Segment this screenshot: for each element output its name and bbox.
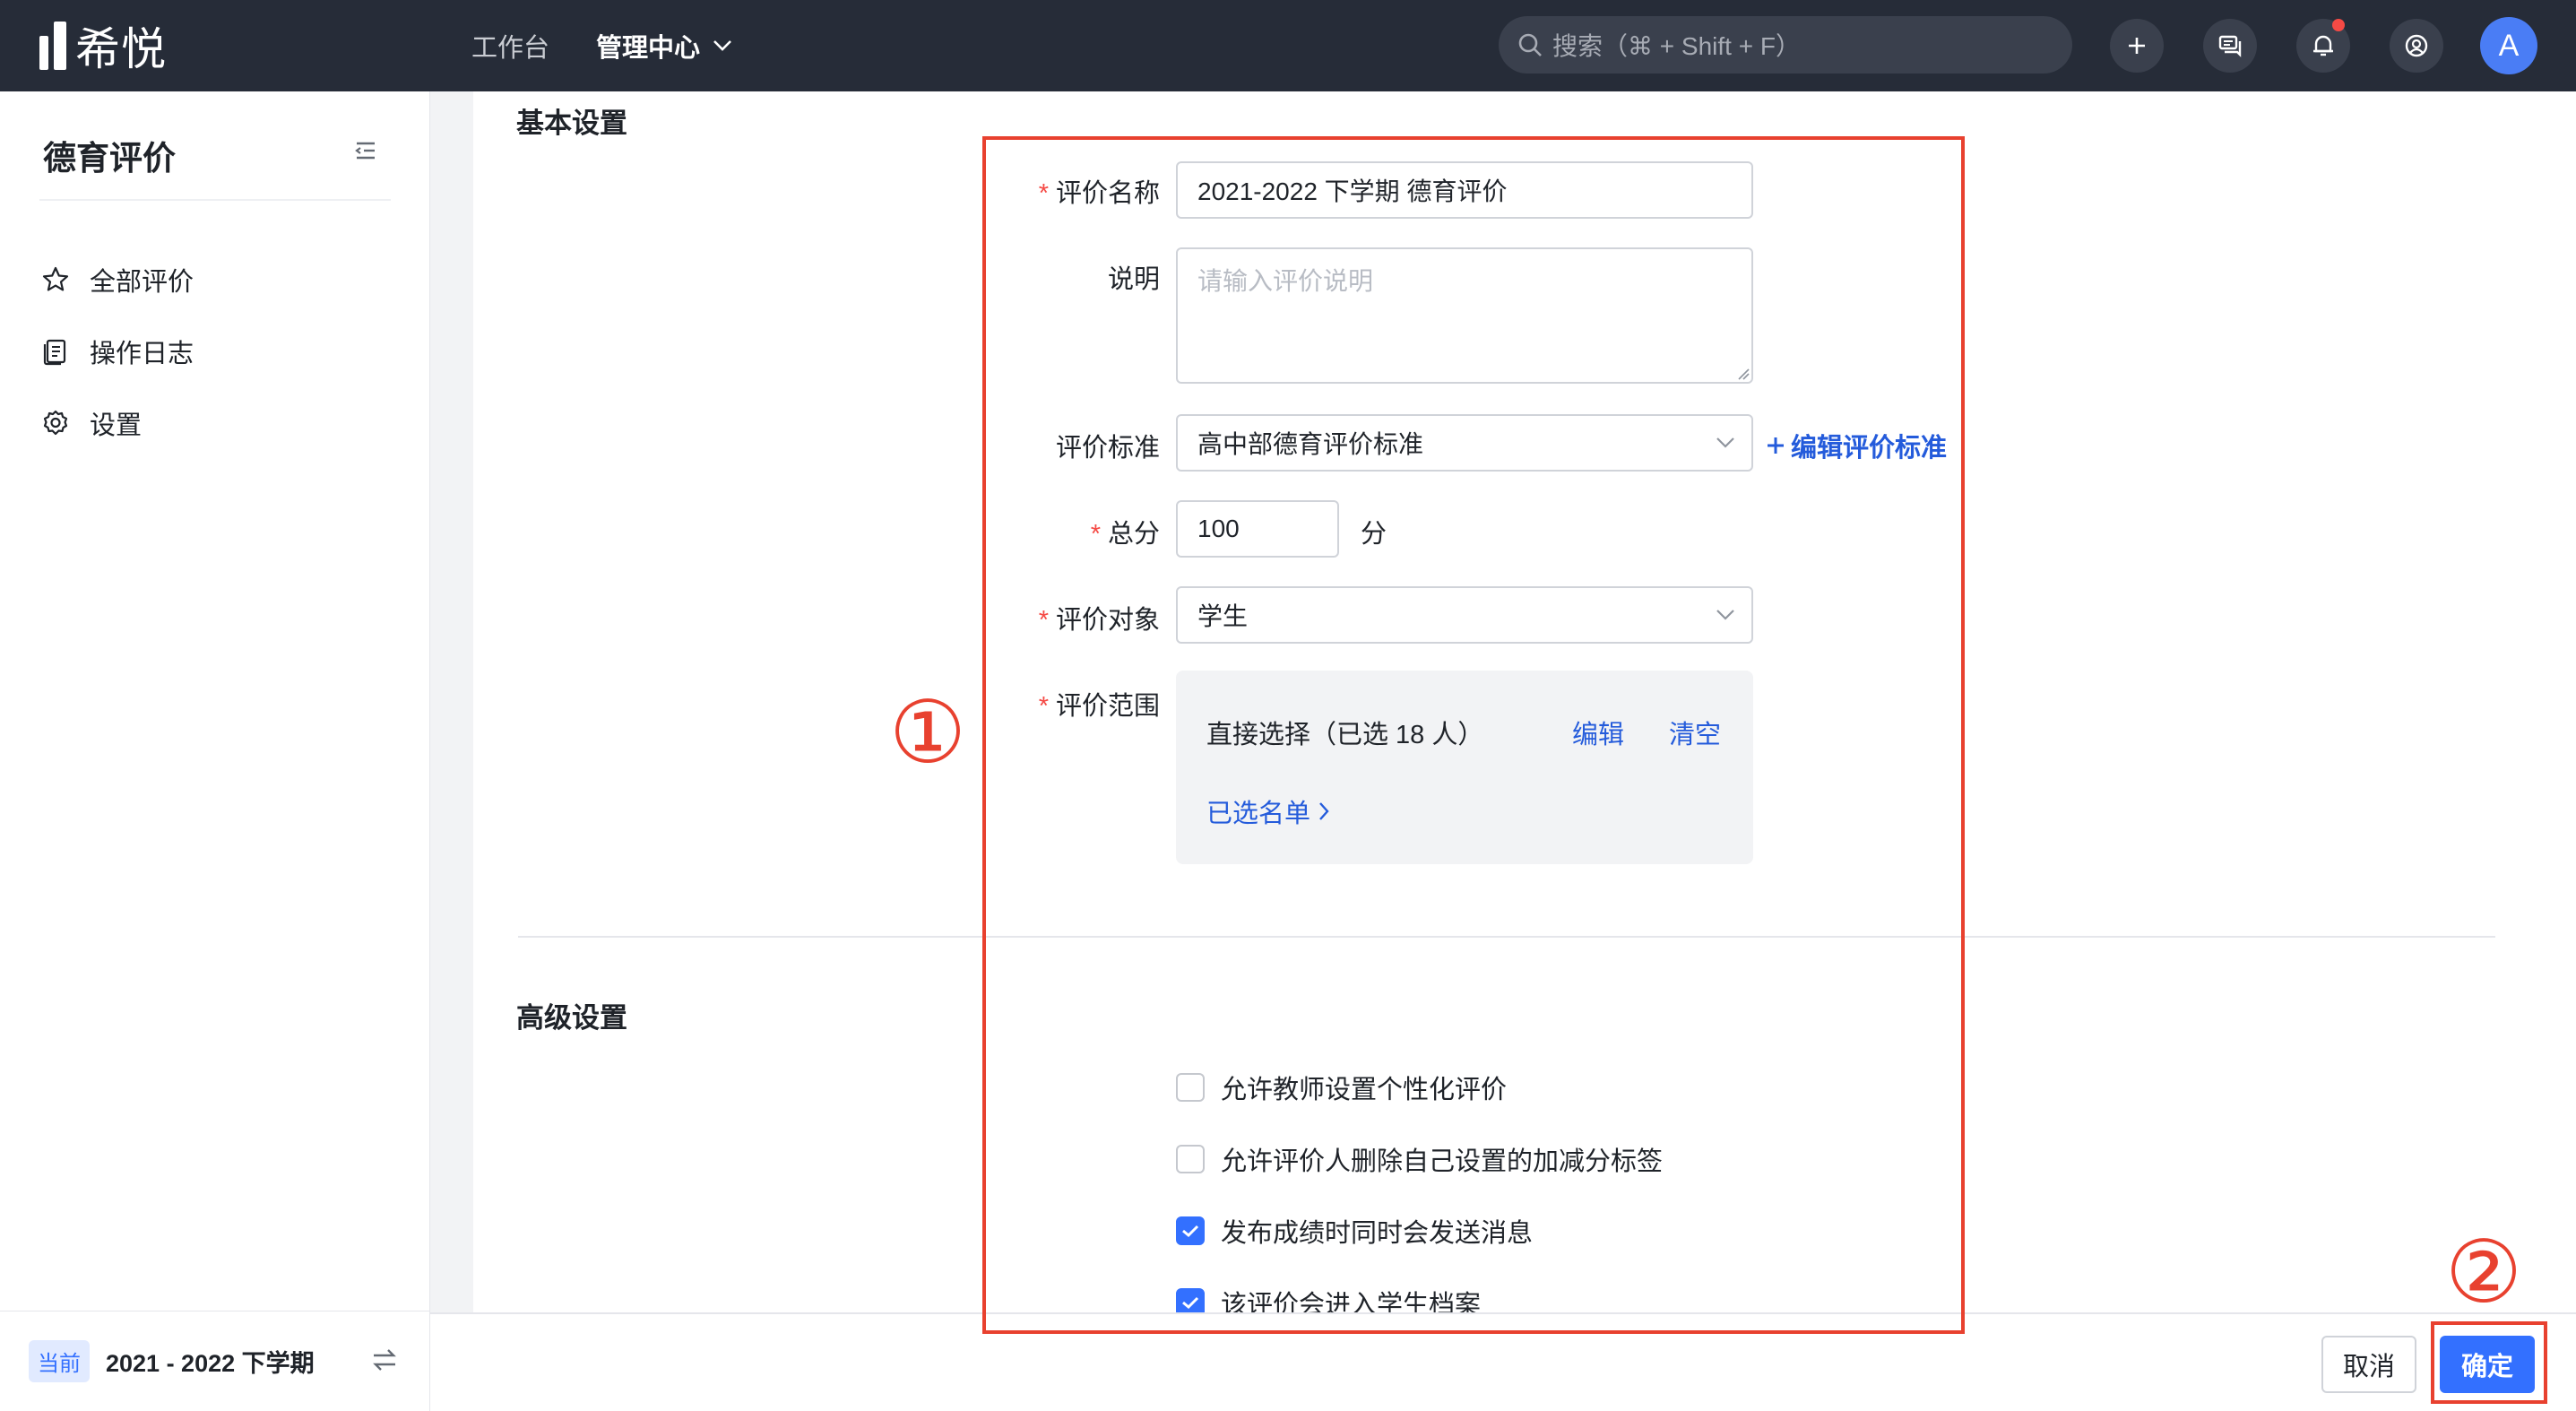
log-icon [43, 339, 66, 366]
basic-settings-title: 基本设置 [516, 108, 627, 139]
annotation-box-1 [982, 136, 1965, 1334]
collapse-menu-icon [355, 142, 375, 160]
nav-admin[interactable]: 管理中心 [596, 27, 732, 65]
collapse-sidebar-button[interactable] [353, 140, 378, 166]
app-logo[interactable]: 希悦 [39, 22, 167, 74]
avatar-letter: A [2498, 28, 2520, 63]
sidebar: 德育评价 全部评价 操作日志 设置 当前 2021 - 2022 下学期 [0, 91, 430, 1411]
chevron-down-icon [713, 40, 731, 51]
notifications-button[interactable] [2296, 19, 2350, 73]
messages-button[interactable] [2203, 19, 2257, 73]
notification-dot [2332, 19, 2345, 31]
sidebar-menu: 全部评价 操作日志 设置 [41, 244, 194, 459]
nav-workbench-label: 工作台 [471, 34, 550, 63]
top-nav: 工作台 管理中心 [471, 0, 732, 91]
sidebar-item-label: 设置 [90, 411, 143, 440]
top-bar: 希悦 工作台 管理中心 搜索（⌘ + Shift + F） A [0, 0, 2576, 91]
search-placeholder: 搜索（⌘ + Shift + F） [1552, 32, 1801, 60]
annotation-box-2 [2431, 1321, 2547, 1404]
logo-text: 希悦 [75, 24, 167, 74]
annotation-number-2: ② [2445, 1225, 2523, 1320]
add-button[interactable] [2110, 19, 2164, 73]
annotation-number-1: ① [889, 685, 967, 781]
star-icon [42, 266, 69, 291]
current-term: 2021 - 2022 下学期 [106, 1350, 315, 1377]
sidebar-item-label: 操作日志 [90, 340, 194, 368]
advanced-settings-title: 高级设置 [516, 1002, 627, 1034]
sidebar-item-all-evaluations[interactable]: 全部评价 [41, 244, 194, 316]
nav-workbench[interactable]: 工作台 [471, 27, 549, 65]
sidebar-item-settings[interactable]: 设置 [41, 387, 194, 459]
search-icon [1518, 33, 1542, 56]
logo-mark-icon [39, 22, 66, 70]
nav-admin-label: 管理中心 [596, 34, 701, 63]
sidebar-item-label: 全部评价 [90, 268, 194, 297]
avatar[interactable]: A [2480, 17, 2537, 74]
sidebar-item-logs[interactable]: 操作日志 [41, 316, 194, 387]
chat-icon [2218, 35, 2242, 57]
plus-icon [2129, 38, 2145, 54]
current-badge: 当前 [29, 1340, 90, 1382]
swap-icon [373, 1349, 396, 1371]
gear-icon [43, 410, 68, 436]
cancel-button[interactable]: 取消 [2321, 1336, 2416, 1393]
sidebar-divider [39, 199, 391, 201]
search-input[interactable]: 搜索（⌘ + Shift + F） [1499, 16, 2072, 74]
switch-term-button[interactable] [371, 1347, 398, 1377]
account-settings-button[interactable] [2390, 19, 2443, 73]
sidebar-title: 德育评价 [43, 140, 176, 177]
term-selector[interactable]: 当前 2021 - 2022 下学期 [0, 1311, 430, 1411]
user-circle-icon [2405, 34, 2428, 57]
bell-icon [2313, 35, 2333, 56]
